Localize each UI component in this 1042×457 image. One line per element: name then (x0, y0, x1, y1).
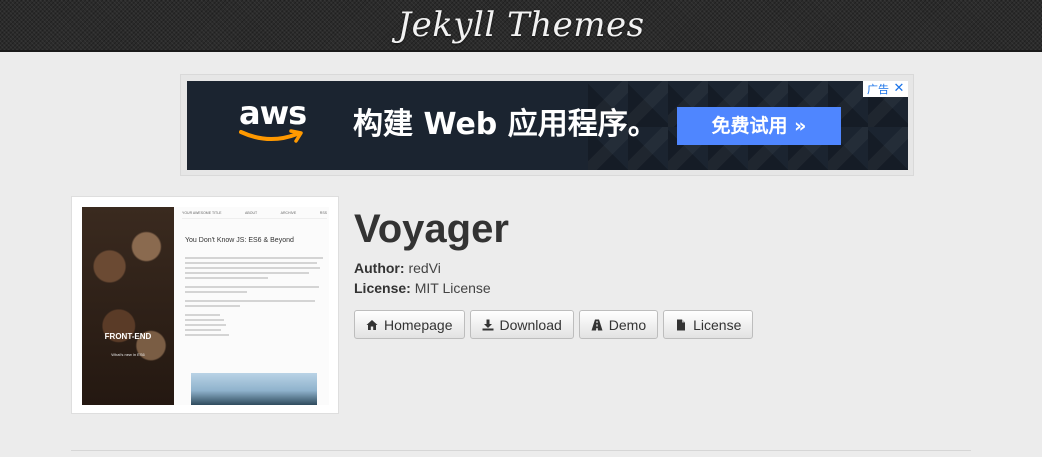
author-label: Author: (354, 260, 405, 276)
download-button[interactable]: Download (469, 310, 574, 339)
thumbnail-nav-item: ARCHIVE (280, 211, 297, 215)
license-button-label: License (693, 316, 742, 333)
thumbnail-nav-item: RSS (319, 211, 327, 215)
thumbnail-nav-item: ABOUT (245, 211, 258, 215)
theme-thumbnail[interactable]: FRONT-END What's new in ES6 YOUR AWESOME… (71, 196, 339, 414)
demo-button-label: Demo (608, 316, 647, 333)
theme-license: License: MIT License (354, 278, 753, 298)
section-divider (71, 450, 971, 451)
theme-info: Voyager Author: redVi License: MIT Licen… (354, 196, 754, 339)
theme-name: Voyager (354, 207, 509, 251)
homepage-button[interactable]: Homepage (354, 310, 465, 339)
theme-entry: FRONT-END What's new in ES6 YOUR AWESOME… (71, 196, 971, 426)
demo-button[interactable]: Demo (578, 310, 659, 339)
thumbnail-screenshot: FRONT-END What's new in ES6 YOUR AWESOME… (82, 207, 329, 405)
road-icon (591, 319, 603, 331)
thumbnail-hero-title: FRONT-END (104, 332, 152, 341)
thumbnail-nav: YOUR AWESOME TITLE ABOUT ARCHIVE RSS (182, 211, 327, 219)
theme-actions: Homepage Download Demo License (354, 310, 754, 339)
homepage-button-label: Homepage (384, 316, 453, 333)
thumbnail-hero-subtitle: What's new in ES6 (111, 352, 145, 357)
thumbnail-post-title: You Don't Know JS: ES6 & Beyond (185, 237, 294, 244)
license-value: MIT License (414, 280, 491, 296)
download-button-label: Download (499, 316, 562, 333)
download-icon (482, 319, 494, 331)
thumbnail-nav-brand: YOUR AWESOME TITLE (182, 211, 222, 215)
thumbnail-hero-image: FRONT-END What's new in ES6 (82, 207, 174, 405)
thumbnail-text-lines (185, 257, 323, 339)
ad-headline: 构建 Web 应用程序。 (353, 107, 658, 142)
site-title-link[interactable]: Jekyll Themes (397, 5, 644, 45)
thumbnail-photo (191, 373, 317, 405)
home-icon (366, 319, 378, 331)
license-label: License: (354, 280, 411, 296)
theme-author: Author: redVi (354, 258, 753, 278)
license-button[interactable]: License (663, 310, 754, 339)
author-value: redVi (408, 260, 441, 276)
ad-free-trial-button[interactable]: 免费试用 » (677, 107, 841, 145)
aws-logo-text: aws (239, 94, 307, 132)
site-header: Jekyll Themes (0, 0, 1042, 52)
ad-choices-label[interactable]: 广告 (867, 81, 889, 97)
ad-close-icon[interactable]: ✕ (892, 82, 906, 96)
aws-ad-banner[interactable]: aws 构建 Web 应用程序。 免费试用 » 广告 ✕ (187, 81, 908, 170)
aws-smile-icon (239, 129, 303, 143)
ad-container: aws 构建 Web 应用程序。 免费试用 » 广告 ✕ (180, 74, 914, 176)
aws-logo: aws (239, 95, 309, 155)
ad-choices[interactable]: 广告 ✕ (863, 81, 908, 97)
file-icon (675, 319, 687, 331)
